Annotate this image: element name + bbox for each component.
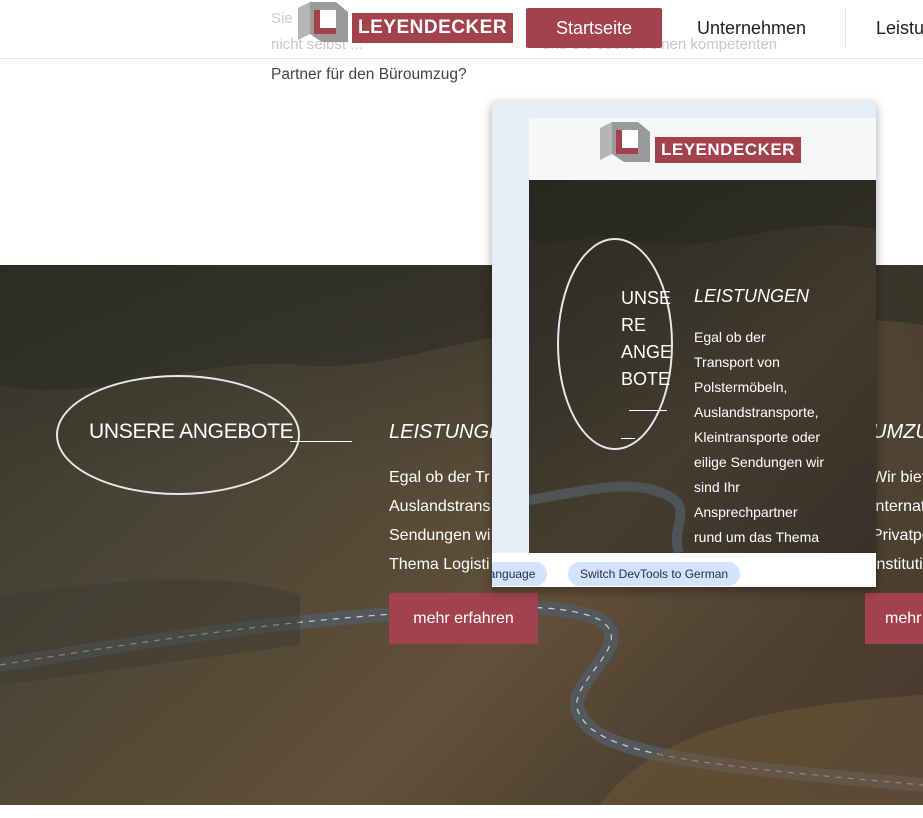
language-pill[interactable]: language <box>492 562 548 586</box>
mehr-erfahren-button[interactable]: mehr erfahren <box>389 593 538 644</box>
devtools-language-bar: language Switch DevTools to German <box>492 553 876 587</box>
mobile-leistungen-heading: LEISTUNGEN <box>694 286 810 306</box>
umzug-heading: UMZU <box>872 421 923 443</box>
mobile-site-logo[interactable]: LEYENDECKER <box>597 120 801 164</box>
switch-devtools-german-button[interactable]: Switch DevTools to German <box>568 562 741 586</box>
hero-title: UNSERE ANGEBOTE <box>89 420 294 443</box>
logo-wordmark: LEYENDECKER <box>352 13 514 43</box>
nav-startseite[interactable]: Startseite <box>526 8 663 48</box>
umzug-text: Wir biet internat Privatpe Instituti <box>872 469 923 573</box>
logo-mark-icon <box>296 0 350 44</box>
mehr-erfahren-button-right[interactable]: mehr <box>865 593 923 644</box>
logo-wordmark: LEYENDECKER <box>655 137 801 163</box>
title-underline <box>629 410 667 411</box>
site-logo[interactable]: LEYENDECKER <box>296 0 514 44</box>
leistungen-text: Egal ob der Tr Auslandstrans Sendungen w… <box>389 469 491 573</box>
intro-partner-text: Partner für den Büroumzug? <box>271 66 467 83</box>
title-underline-wrap <box>621 438 635 439</box>
devtools-responsive-preview: LEYENDECKER UNSE RE ANGE BOTE LEISTUNGEN… <box>492 101 876 587</box>
logo-mark-icon <box>597 120 653 164</box>
mobile-header: LEYENDECKER <box>529 118 876 180</box>
title-underline <box>290 441 352 442</box>
mobile-hero-title: UNSE RE ANGE BOTE <box>621 288 673 389</box>
mobile-viewport[interactable]: LEYENDECKER UNSE RE ANGE BOTE LEISTUNGEN… <box>529 118 876 553</box>
mobile-hero: UNSE RE ANGE BOTE LEISTUNGEN Egal ob der… <box>529 180 876 553</box>
mobile-leistungen-text: Egal ob der Transport von Polstermöbeln,… <box>694 329 824 545</box>
nav-unternehmen[interactable]: Unternehmen <box>667 8 836 48</box>
nav-leistungen[interactable]: Leistu <box>845 8 923 48</box>
site-header: Sie nicht selbst ... und Sie suchen eine… <box>0 0 923 59</box>
